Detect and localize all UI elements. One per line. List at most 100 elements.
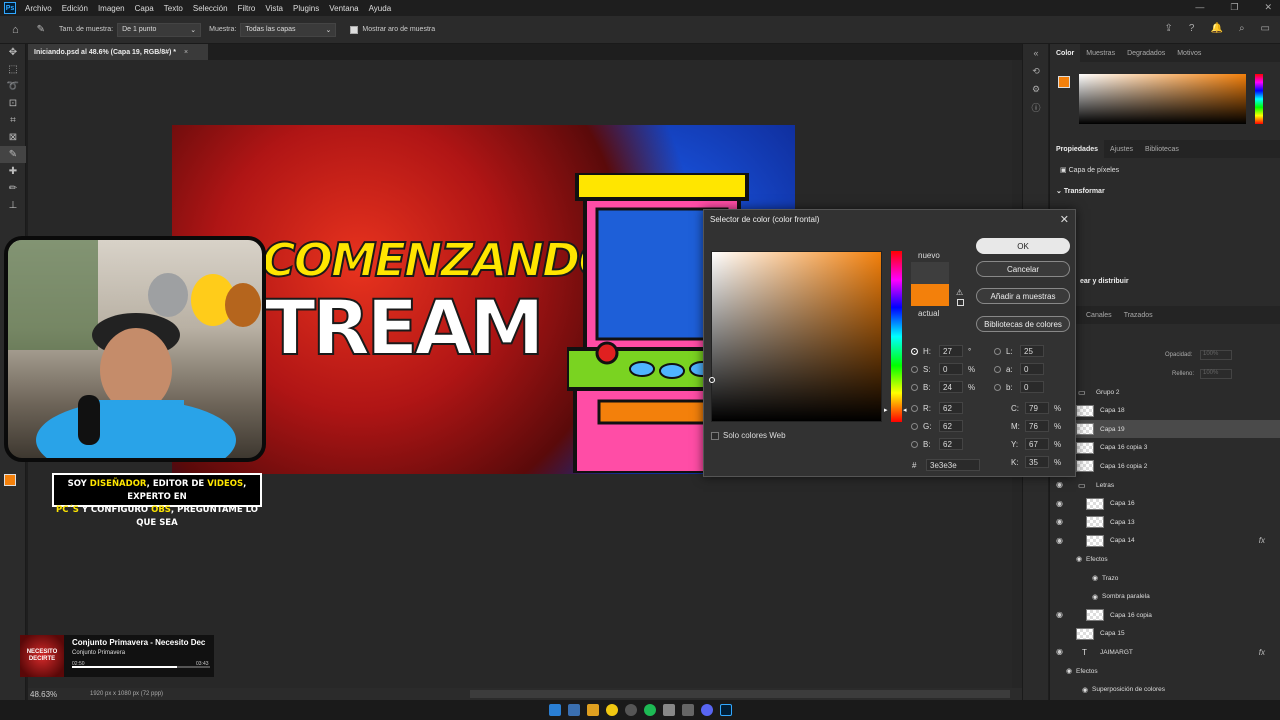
menu-plugins[interactable]: Plugins [288, 4, 324, 13]
red-input[interactable]: 62 [939, 402, 963, 414]
layer-row[interactable]: Capa 18 [1050, 402, 1280, 420]
hex-input[interactable]: 3e3e3e [926, 459, 980, 471]
green-input[interactable]: 62 [939, 420, 963, 432]
taskview-icon[interactable] [567, 704, 580, 716]
horizontal-scrollbar[interactable] [470, 690, 1010, 698]
effect-visibility-icon[interactable]: ◉ [1092, 593, 1098, 601]
effect-visibility-icon[interactable]: ◉ [1076, 555, 1082, 563]
layer-row[interactable]: ◉ ▭ Letras [1050, 476, 1280, 494]
show-ring-checkbox[interactable] [350, 25, 359, 34]
opacity-input[interactable]: 100% [1200, 350, 1232, 360]
layer-row[interactable]: ◉ Capa 16 copia [1050, 606, 1280, 624]
layer-row[interactable]: Capa 15 [1050, 625, 1280, 643]
hue-slider-right-arrow-icon[interactable]: ◂ [903, 406, 907, 414]
saturation-brightness-field[interactable] [709, 251, 882, 422]
transform-section[interactable]: ⌄ Transformar [1056, 187, 1105, 195]
menu-imagen[interactable]: Imagen [93, 4, 130, 13]
saturation-input[interactable]: 0 [939, 363, 963, 375]
menu-edicion[interactable]: Edición [57, 4, 93, 13]
windows-start-icon[interactable] [548, 704, 561, 716]
lightness-input[interactable]: 25 [1020, 345, 1044, 357]
layer-row[interactable]: ◉ Capa 14 fx [1050, 532, 1280, 550]
info-icon[interactable]: ⓘ [1023, 98, 1049, 116]
file-explorer-icon[interactable] [586, 704, 599, 716]
visibility-eye-icon[interactable]: ◉ [1056, 518, 1066, 526]
photoshop-taskbar-icon[interactable] [719, 704, 732, 716]
layer-row[interactable]: ◉ Efectos [1050, 550, 1280, 568]
tab-bibliotecas[interactable]: Bibliotecas [1139, 140, 1185, 158]
visibility-eye-icon[interactable]: ◉ [1056, 499, 1066, 508]
notifications-icon[interactable]: 🔔 [1210, 23, 1222, 34]
dialog-close-icon[interactable]: ✕ [1060, 213, 1069, 226]
layer-row[interactable]: ◉ Efectos [1050, 662, 1280, 680]
home-icon[interactable]: ⌂ [12, 24, 19, 36]
web-safe-cube-icon[interactable] [957, 299, 964, 306]
lasso-tool-icon[interactable]: ➰ [0, 78, 26, 95]
blue-radio[interactable] [911, 440, 918, 448]
effect-visibility-icon[interactable]: ◉ [1066, 667, 1072, 675]
chrome-icon[interactable] [605, 704, 618, 716]
color-panel-hue-slider[interactable] [1255, 74, 1263, 124]
color-libraries-button[interactable]: Bibliotecas de colores [976, 316, 1070, 332]
eyedropper-tool-icon[interactable]: ✎ [0, 146, 26, 163]
maximize-icon[interactable]: ❐ [1230, 2, 1238, 13]
layer-row[interactable]: ◉ T JAIMARGT fx [1050, 643, 1280, 661]
layer-row[interactable]: ◉ Sombra paralela [1050, 588, 1280, 606]
app-icon[interactable] [681, 704, 694, 716]
visibility-eye-icon[interactable]: ◉ [1056, 648, 1066, 656]
cyan-input[interactable]: 79 [1025, 402, 1049, 414]
layer-row[interactable]: ◉ Capa 13 [1050, 513, 1280, 531]
menu-capa[interactable]: Capa [130, 4, 159, 13]
discord-icon[interactable] [700, 704, 713, 716]
brush-settings-icon[interactable]: ⚙ [1023, 80, 1049, 98]
visibility-eye-icon[interactable]: ◉ [1056, 611, 1066, 619]
lightness-radio[interactable] [994, 347, 1001, 355]
layer-row[interactable]: ▭ Grupo 2 [1050, 383, 1280, 401]
obs-icon[interactable] [624, 704, 637, 716]
tab-muestras[interactable]: Muestras [1080, 44, 1121, 62]
frame-tool-icon[interactable]: ⊠ [0, 129, 26, 146]
layer-row[interactable]: ◉ Superposición de colores [1050, 681, 1280, 699]
tab-canales[interactable]: Canales [1080, 306, 1118, 324]
cancel-button[interactable]: Cancelar [976, 261, 1070, 277]
effect-visibility-icon[interactable]: ◉ [1092, 574, 1098, 582]
lab-a-input[interactable]: 0 [1020, 363, 1044, 375]
crop-tool-icon[interactable]: ⌗ [0, 112, 26, 129]
effect-visibility-icon[interactable]: ◉ [1082, 686, 1088, 694]
share-icon[interactable]: ⇪ [1165, 23, 1173, 34]
saturation-radio[interactable] [911, 365, 918, 373]
green-radio[interactable] [911, 422, 918, 430]
magenta-input[interactable]: 76 [1025, 420, 1049, 432]
layer-row[interactable]: Capa 19 [1050, 420, 1280, 439]
hue-slider-left-arrow-icon[interactable]: ▸ [884, 406, 888, 414]
object-select-tool-icon[interactable]: ⊡ [0, 95, 26, 112]
help-icon[interactable]: ? [1189, 23, 1195, 34]
lab-b-radio[interactable] [994, 383, 1001, 391]
color-panel-field[interactable] [1079, 74, 1246, 124]
history-icon[interactable]: ⟲ [1023, 62, 1049, 80]
layer-row[interactable]: ◉ Capa 16 [1050, 495, 1280, 513]
layer-row[interactable]: ◉ Trazo [1050, 569, 1280, 587]
brightness-input[interactable]: 24 [939, 381, 963, 393]
color-panel-fg-swatch[interactable] [1058, 76, 1070, 88]
tab-trazados[interactable]: Trazados [1118, 306, 1159, 324]
gamut-warning-icon[interactable]: ⚠ [956, 288, 963, 297]
app-icon[interactable] [662, 704, 675, 716]
layer-row[interactable]: Capa 16 copia 3 [1050, 439, 1280, 457]
black-input[interactable]: 35 [1025, 456, 1049, 468]
fill-input[interactable]: 100% [1200, 369, 1232, 379]
ok-button[interactable]: OK [976, 238, 1070, 254]
layer-row[interactable]: Capa 16 copia 2 [1050, 457, 1280, 475]
menu-vista[interactable]: Vista [260, 4, 288, 13]
brush-tool-icon[interactable]: ✏ [0, 180, 26, 197]
menu-archivo[interactable]: Archivo [20, 4, 57, 13]
menu-ayuda[interactable]: Ayuda [364, 4, 397, 13]
blue-input[interactable]: 62 [939, 438, 963, 450]
menu-seleccion[interactable]: Selección [188, 4, 233, 13]
tab-color[interactable]: Color [1050, 44, 1081, 62]
minimize-icon[interactable]: — [1195, 2, 1204, 13]
spotify-icon[interactable] [643, 704, 656, 716]
web-only-checkbox[interactable] [711, 431, 719, 440]
eyedropper-icon[interactable]: ✎ [37, 24, 45, 35]
lab-a-radio[interactable] [994, 365, 1001, 373]
